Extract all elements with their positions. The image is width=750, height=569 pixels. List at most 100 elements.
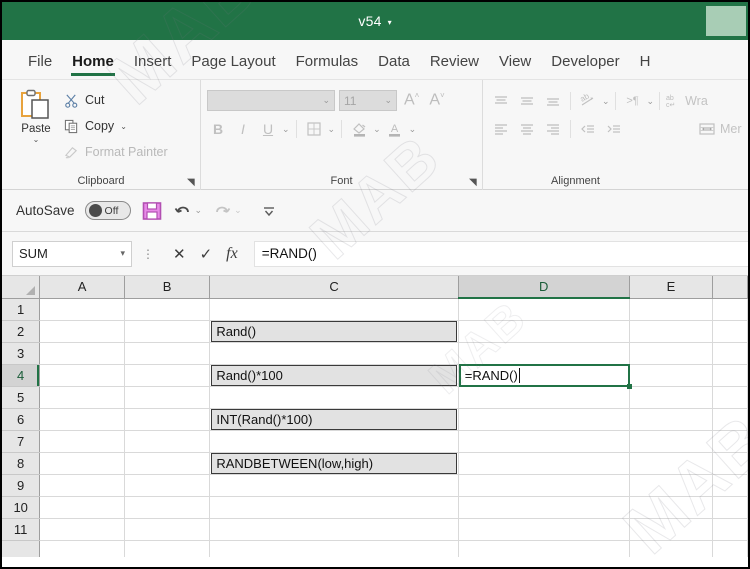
customize-qat-button[interactable] bbox=[260, 202, 278, 220]
redo-button[interactable]: ⌄ bbox=[212, 201, 242, 221]
orientation-button[interactable]: ab bbox=[576, 90, 600, 112]
fill-handle[interactable] bbox=[626, 383, 632, 389]
font-color-caret-icon[interactable]: ⌄ bbox=[409, 124, 417, 135]
cell-F2[interactable] bbox=[712, 320, 748, 343]
cell-F11[interactable] bbox=[712, 518, 748, 541]
cell-A4[interactable] bbox=[39, 364, 125, 387]
paste-button[interactable]: Paste ⌄ bbox=[8, 84, 64, 172]
bold-button[interactable]: B bbox=[207, 118, 229, 140]
save-button[interactable] bbox=[141, 200, 163, 222]
borders-caret-icon[interactable]: ⌄ bbox=[328, 124, 336, 135]
cell-E4[interactable] bbox=[629, 364, 714, 387]
cell-F5[interactable] bbox=[712, 386, 748, 409]
row-header-3[interactable]: 3 bbox=[2, 342, 41, 365]
underline-caret-icon[interactable]: ⌄ bbox=[282, 124, 290, 135]
copy-caret-icon[interactable]: ⌄ bbox=[120, 122, 127, 131]
row-header-8[interactable]: 8 bbox=[2, 452, 41, 475]
cell-D10[interactable] bbox=[458, 496, 630, 519]
row-header-1[interactable]: 1 bbox=[2, 298, 41, 321]
cell-A11[interactable] bbox=[39, 518, 125, 541]
cell-B3[interactable] bbox=[124, 342, 211, 365]
tab-view[interactable]: View bbox=[489, 53, 541, 79]
cell-D3[interactable] bbox=[458, 342, 630, 365]
align-middle-button[interactable] bbox=[515, 90, 539, 112]
cell-F6[interactable] bbox=[712, 408, 748, 431]
row-header-7[interactable]: 7 bbox=[2, 430, 41, 453]
cell-C12[interactable] bbox=[209, 540, 459, 557]
cell-B7[interactable] bbox=[124, 430, 211, 453]
fill-color-caret-icon[interactable]: ⌄ bbox=[373, 124, 381, 135]
align-right-button[interactable] bbox=[541, 118, 565, 140]
cell-F8[interactable] bbox=[712, 452, 748, 475]
row-header-10[interactable]: 10 bbox=[2, 496, 41, 519]
cell-C1[interactable] bbox=[209, 298, 459, 321]
column-header-e[interactable]: E bbox=[629, 276, 714, 299]
row-header-4[interactable]: 4 bbox=[2, 364, 41, 387]
cell-F9[interactable] bbox=[712, 474, 748, 497]
increase-indent-button[interactable] bbox=[602, 118, 626, 140]
merge-center-button[interactable]: Mer bbox=[698, 121, 742, 137]
tab-file[interactable]: File bbox=[18, 53, 62, 79]
tab-review[interactable]: Review bbox=[420, 53, 489, 79]
cell-A3[interactable] bbox=[39, 342, 125, 365]
cell-F12[interactable] bbox=[712, 540, 748, 557]
cell-D11[interactable] bbox=[458, 518, 630, 541]
formula-input[interactable]: =RAND() bbox=[253, 240, 748, 267]
tab-page-layout[interactable]: Page Layout bbox=[181, 53, 285, 79]
cell-A9[interactable] bbox=[39, 474, 125, 497]
cell-B11[interactable] bbox=[124, 518, 211, 541]
italic-button[interactable]: I bbox=[232, 118, 254, 140]
row-header-5[interactable]: 5 bbox=[2, 386, 41, 409]
cell-F3[interactable] bbox=[712, 342, 748, 365]
cell-D6[interactable] bbox=[458, 408, 630, 431]
cancel-formula-button[interactable]: ✕ bbox=[173, 245, 186, 263]
align-bottom-button[interactable] bbox=[541, 90, 565, 112]
column-header-a[interactable]: A bbox=[39, 276, 125, 299]
fill-color-button[interactable] bbox=[348, 118, 370, 140]
cell-C2[interactable]: Rand() bbox=[209, 320, 459, 343]
cell-A12[interactable] bbox=[39, 540, 125, 557]
formula-bar-handle[interactable]: ⋮ bbox=[140, 247, 157, 261]
cell-A7[interactable] bbox=[39, 430, 125, 453]
cell-E2[interactable] bbox=[629, 320, 714, 343]
format-painter-button[interactable]: Format Painter bbox=[64, 142, 174, 162]
align-center-button[interactable] bbox=[515, 118, 539, 140]
cell-C8[interactable]: RANDBETWEEN(low,high) bbox=[209, 452, 459, 475]
column-header-partial[interactable] bbox=[712, 276, 748, 299]
cell-F10[interactable] bbox=[712, 496, 748, 519]
cell-B12[interactable] bbox=[124, 540, 211, 557]
paste-caret-icon[interactable]: ⌄ bbox=[33, 136, 40, 144]
cell-E12[interactable] bbox=[629, 540, 714, 557]
cell-A1[interactable] bbox=[39, 298, 125, 321]
copy-button[interactable]: Copy ⌄ bbox=[64, 116, 174, 136]
cell-B10[interactable] bbox=[124, 496, 211, 519]
cell-C3[interactable] bbox=[209, 342, 459, 365]
tab-formulas[interactable]: Formulas bbox=[286, 53, 369, 79]
tab-help[interactable]: H bbox=[630, 53, 661, 79]
title-dropdown-caret[interactable]: ▾ bbox=[388, 18, 392, 27]
row-header-2[interactable]: 2 bbox=[2, 320, 41, 343]
cell-A10[interactable] bbox=[39, 496, 125, 519]
cell-C11[interactable] bbox=[209, 518, 459, 541]
cell-B5[interactable] bbox=[124, 386, 211, 409]
cell-D5[interactable] bbox=[458, 386, 630, 409]
row-header-12[interactable] bbox=[2, 540, 41, 557]
cell-F4[interactable] bbox=[712, 364, 748, 387]
font-dialog-launcher-icon[interactable]: ◥ bbox=[469, 177, 480, 188]
cell-A6[interactable] bbox=[39, 408, 125, 431]
undo-caret-icon[interactable]: ⌄ bbox=[195, 205, 203, 216]
increase-font-size-button[interactable]: A˄ bbox=[401, 91, 422, 109]
underline-button[interactable]: U bbox=[257, 118, 279, 140]
wrap-text-button[interactable]: ab c↵ Wra bbox=[665, 93, 708, 109]
cell-F7[interactable] bbox=[712, 430, 748, 453]
cell-B8[interactable] bbox=[124, 452, 211, 475]
cell-D2[interactable] bbox=[458, 320, 630, 343]
tab-developer[interactable]: Developer bbox=[541, 53, 629, 79]
cell-C5[interactable] bbox=[209, 386, 459, 409]
cell-A8[interactable] bbox=[39, 452, 125, 475]
orientation-caret-icon[interactable]: ⌄ bbox=[602, 96, 610, 107]
cell-E9[interactable] bbox=[629, 474, 714, 497]
cell-C9[interactable] bbox=[209, 474, 459, 497]
name-box[interactable]: SUM ▾ bbox=[12, 240, 132, 267]
tab-data[interactable]: Data bbox=[368, 53, 420, 79]
